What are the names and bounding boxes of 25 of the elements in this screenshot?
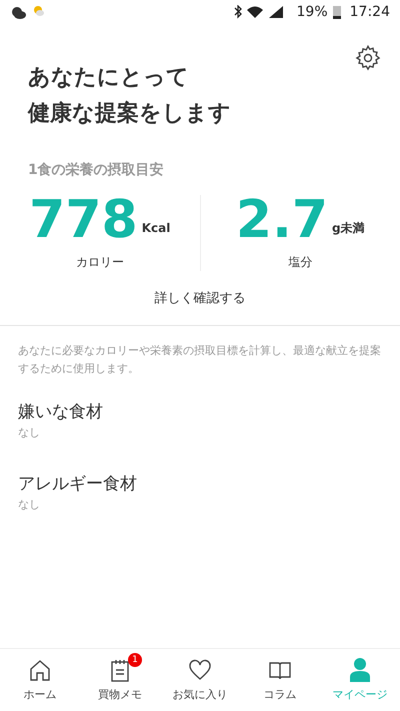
tab-item[interactable]: お気に入り [160, 649, 240, 711]
tab-item[interactable]: コラム [240, 649, 320, 711]
metric-unit: Kcal [142, 220, 170, 237]
battery-icon [332, 4, 342, 20]
details-link[interactable]: 詳しく確認する [154, 289, 246, 308]
tab-item[interactable]: 1 買物メモ [80, 649, 160, 711]
page-title: 健康な提案をします [28, 100, 232, 128]
settings-icon [354, 44, 382, 72]
weather-icon [10, 4, 44, 20]
preference-item[interactable]: アレルギー食材 なし [18, 472, 382, 514]
metric-unit: g未満 [332, 220, 365, 237]
battery-percent: 19% [296, 2, 328, 22]
notification-badge: 1 [128, 652, 142, 667]
page-title: あなたにとって [28, 64, 190, 92]
metric-label: 塩分 [288, 254, 312, 271]
section-heading: 1食の栄養の摂取目安 [27, 160, 165, 180]
metric-label: カロリー [76, 254, 124, 271]
metric-value: 2.7 [236, 195, 328, 245]
description-text: あなたに必要なカロリーや栄養素の摂取目標を計算し、最適な献立を提案するために使用します。 [17, 342, 382, 376]
settings-button[interactable] [354, 44, 382, 72]
status-time: 17:24 [350, 2, 390, 22]
tab-item[interactable]: ホーム [0, 649, 80, 711]
preference-item[interactable]: 嫌いな食材 なし [18, 400, 382, 442]
metric-value: 778 [29, 195, 138, 245]
person-icon [347, 656, 373, 683]
